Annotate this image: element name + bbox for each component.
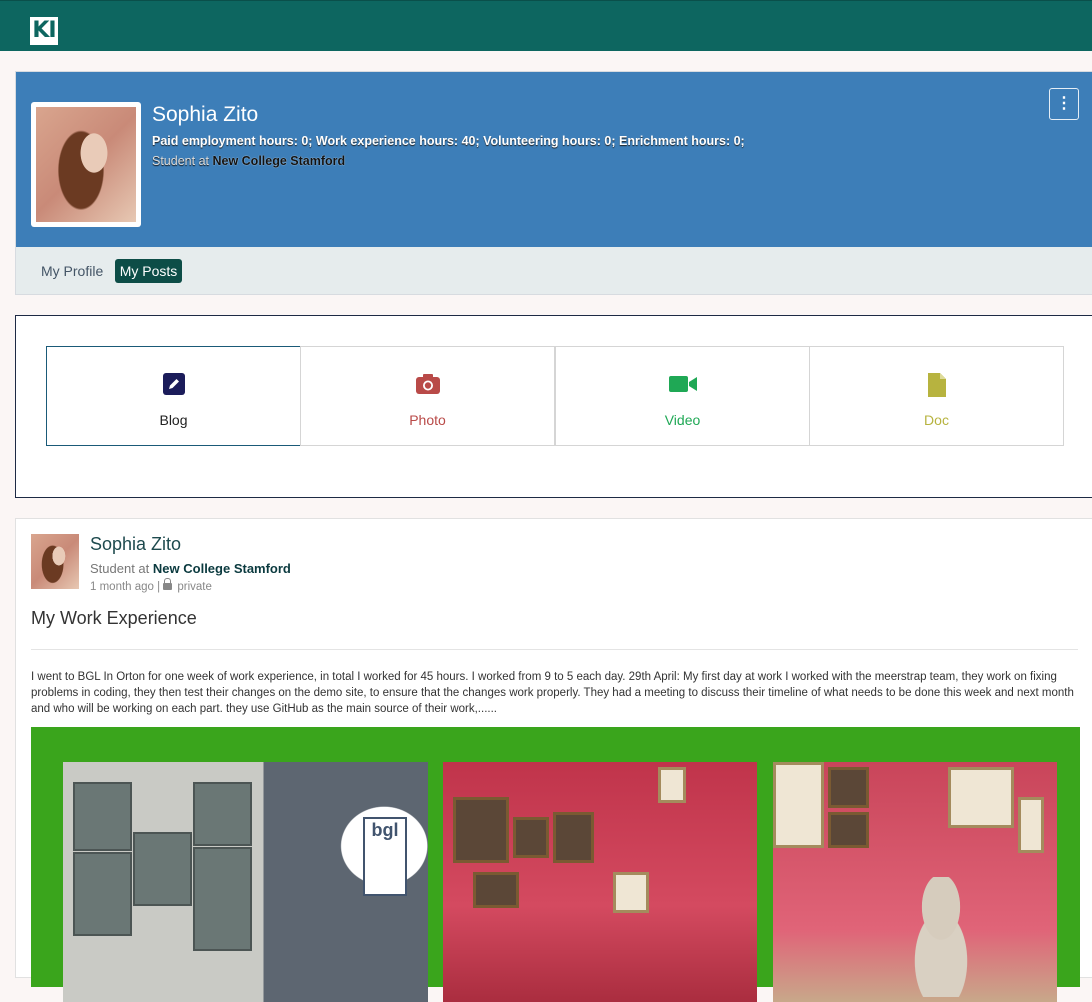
picture-frame (948, 767, 1014, 828)
gallery-image-building[interactable]: bgl (63, 762, 428, 1002)
picture-frame (773, 762, 824, 848)
post-title[interactable]: My Work Experience (31, 608, 197, 629)
profile-photo (36, 107, 136, 222)
tab-my-profile[interactable]: My Profile (36, 259, 108, 283)
window-pane (193, 782, 252, 846)
tab-my-posts[interactable]: My Posts (114, 259, 183, 283)
post-type-blog[interactable]: Blog (46, 346, 301, 446)
profile-school: Student at New College Stamford (152, 154, 345, 168)
profile-card: Sophia Zito Paid employment hours: 0; Wo… (15, 71, 1092, 295)
picture-frame (828, 767, 869, 808)
app-logo[interactable]: KI (30, 17, 58, 45)
picture-frame (553, 812, 594, 863)
post-type-video[interactable]: Video (555, 346, 810, 446)
window-pane (73, 782, 132, 851)
profile-menu-button[interactable]: ⋮ (1049, 88, 1079, 120)
gallery-image-meerkat[interactable] (773, 762, 1057, 1002)
pencil-square-icon (47, 373, 300, 397)
post-gallery: bgl (31, 727, 1080, 1002)
meerkat-statue (911, 877, 971, 997)
post-composer: Blog Photo Video Doc (15, 315, 1092, 498)
picture-frame (828, 812, 869, 848)
post-author-school: Student at New College Stamford (90, 561, 291, 576)
picture-frame (513, 817, 549, 858)
kebab-icon: ⋮ (1056, 95, 1072, 112)
post-type-label: Video (664, 412, 701, 428)
meta-separator: | (157, 581, 161, 593)
picture-frame (1018, 797, 1044, 853)
picture-frame (613, 872, 649, 913)
picture-frame (473, 872, 519, 908)
gallery-image-display[interactable] (443, 762, 757, 1002)
post-type-label: Doc (924, 412, 949, 428)
top-navbar: KI (0, 0, 1092, 51)
post-type-selector: Blog Photo Video Doc (46, 346, 1064, 446)
college-link[interactable]: New College Stamford (212, 154, 345, 168)
profile-name: Sophia Zito (152, 103, 259, 126)
picture-frame (658, 767, 686, 803)
post-author-avatar[interactable] (31, 534, 79, 589)
post-type-photo[interactable]: Photo (300, 346, 555, 446)
camera-icon (301, 373, 554, 397)
lock-icon (163, 578, 173, 590)
student-at-label: Student at (152, 154, 209, 168)
window-pane (193, 847, 252, 951)
window-pane (73, 852, 132, 936)
college-link[interactable]: New College Stamford (153, 561, 291, 576)
post-card: Sophia Zito Student at New College Stamf… (15, 518, 1092, 1002)
post-author-name[interactable]: Sophia Zito (90, 534, 181, 555)
post-type-doc[interactable]: Doc (809, 346, 1064, 446)
bgl-sign: bgl (363, 817, 407, 896)
post-meta: 1 month ago | private (90, 578, 212, 593)
video-camera-icon (556, 373, 809, 397)
window-pane (133, 832, 192, 906)
divider (31, 649, 1078, 650)
post-body: I went to BGL In Orton for one week of w… (31, 671, 1074, 715)
post-time: 1 month ago (90, 581, 154, 593)
profile-hours: Paid employment hours: 0; Work experienc… (152, 134, 745, 148)
picture-frame (453, 797, 509, 863)
post-type-label: Blog (159, 412, 188, 428)
student-at-label: Student at (90, 561, 150, 576)
post-visibility: private (177, 581, 212, 593)
profile-banner: Sophia Zito Paid employment hours: 0; Wo… (16, 72, 1092, 247)
profile-tabs: My Profile My Posts (36, 259, 184, 283)
post-type-label: Photo (409, 412, 446, 428)
document-icon (810, 373, 1063, 397)
profile-avatar (31, 102, 141, 227)
